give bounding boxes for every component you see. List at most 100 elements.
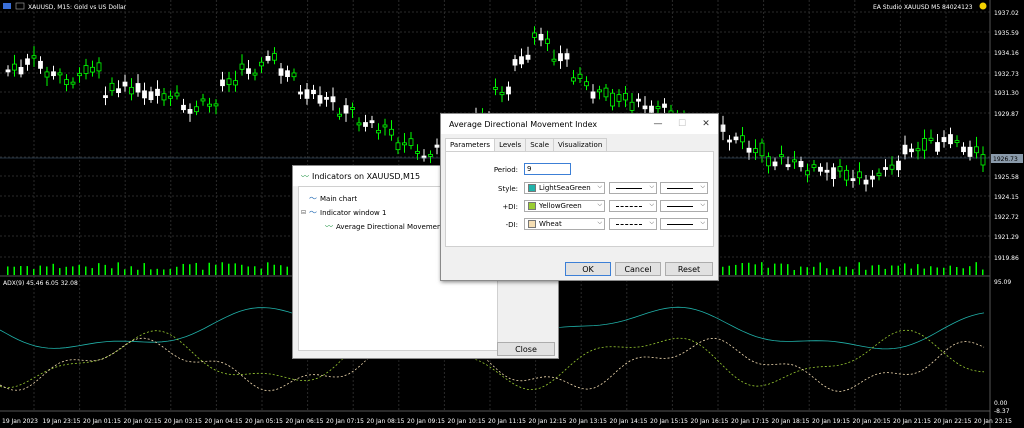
volume-bar: [982, 269, 984, 275]
plus-di-width-select[interactable]: ⌵: [660, 200, 708, 212]
candle-body: [779, 154, 784, 158]
color-swatch: [528, 202, 536, 210]
candle-body: [499, 92, 505, 96]
candle-body: [837, 166, 843, 172]
style-label: Style:: [498, 185, 518, 193]
tab-levels[interactable]: Levels: [494, 138, 527, 151]
minus-di-line-select[interactable]: ⌵: [609, 218, 657, 230]
tree-item-main-chart[interactable]: 〜 Main chart: [309, 193, 357, 204]
candle-body: [265, 56, 271, 61]
cancel-button[interactable]: Cancel: [615, 262, 661, 276]
volume-bar: [176, 266, 178, 275]
volume-bar: [793, 269, 795, 275]
volume-bar: [202, 269, 204, 275]
ea-label: EA Studio XAUUSD M5 84024123: [873, 4, 973, 11]
volume-bar: [943, 267, 945, 275]
time-label: 20 Jan 22:15: [934, 418, 972, 425]
period-input[interactable]: 9: [524, 163, 571, 175]
tab-scale[interactable]: Scale: [525, 138, 555, 151]
style-color-select[interactable]: LightSeaGreen ⌵: [524, 182, 605, 194]
collapse-icon[interactable]: ⊟: [301, 209, 306, 216]
candle-body: [551, 58, 557, 62]
minus-di-color-select[interactable]: Wheat ⌵: [524, 218, 605, 230]
candle-body: [363, 122, 368, 127]
volume-bar: [137, 269, 139, 275]
volume-bar: [930, 266, 932, 275]
candle-body: [434, 144, 440, 148]
volume-bar: [124, 269, 126, 275]
volume-bar: [780, 263, 782, 275]
tab-parameters[interactable]: Parameters: [445, 138, 496, 151]
candle-body: [746, 147, 752, 153]
candle-body: [772, 161, 778, 167]
candle-body: [642, 105, 648, 110]
volume-bar: [832, 269, 834, 275]
volume-bar: [143, 263, 145, 275]
tree-item-indicator-window[interactable]: 〜 Indicator window 1: [309, 207, 386, 218]
minimize-icon[interactable]: —: [646, 119, 670, 129]
plus-di-line-select[interactable]: ⌵: [609, 200, 657, 212]
reset-button[interactable]: Reset: [665, 262, 713, 276]
candle-body: [831, 167, 836, 180]
candle-body: [948, 134, 953, 145]
time-label: 20 Jan 23:15: [974, 418, 1012, 425]
candle-body: [155, 88, 160, 96]
candle-body: [174, 92, 180, 97]
candle-body: [64, 79, 69, 86]
candle-body: [980, 154, 986, 166]
style-width-select[interactable]: ⌵: [660, 182, 708, 194]
price-label: 1935.59: [994, 30, 1019, 37]
tab-visualization[interactable]: Visualization: [553, 138, 608, 151]
candle-body: [538, 33, 544, 41]
tree-item-adx[interactable]: 〰 Average Directional Movement I: [325, 221, 448, 232]
candle-body: [369, 120, 375, 124]
candle-body: [57, 72, 63, 76]
volume-bar: [111, 268, 113, 275]
candle-body: [226, 78, 232, 86]
time-label: 20 Jan 13:15: [569, 418, 607, 425]
volume-bar: [735, 264, 737, 275]
candle-body: [733, 136, 739, 141]
candle-body: [168, 95, 173, 99]
candle-body: [623, 93, 628, 101]
close-button[interactable]: Close: [497, 342, 555, 356]
ea-smiley-icon[interactable]: [979, 2, 987, 10]
candle-body: [129, 86, 134, 95]
candle-body: [382, 124, 388, 128]
time-label: 20 Jan 05:15: [245, 418, 283, 425]
candle-body: [83, 65, 89, 74]
chevron-down-icon: ⌵: [649, 201, 654, 208]
style-line-select[interactable]: ⌵: [609, 182, 657, 194]
plus-di-color-select[interactable]: YellowGreen ⌵: [524, 200, 605, 212]
color-swatch: [528, 220, 536, 228]
ok-button[interactable]: OK: [565, 262, 611, 276]
candle-body: [291, 72, 297, 78]
time-label: 20 Jan 15:15: [650, 418, 688, 425]
line-style-preview: [616, 205, 642, 207]
adx-dialog-titlebar[interactable]: Average Directional Movement Index — ☐ ✕: [441, 114, 718, 134]
volume-bar: [787, 264, 789, 275]
time-scale-labels: 19 Jan 2023 19 Jan 23:15 20 Jan 01:15 20 Ja…: [2, 418, 1012, 425]
candle-body: [493, 86, 498, 90]
candle-body: [317, 95, 323, 104]
volume-bar: [33, 269, 35, 275]
dialog-tabs: Parameters Levels Scale Visualization: [445, 138, 608, 151]
candle-body: [51, 71, 56, 77]
candle-body: [181, 104, 186, 111]
volume-bar: [7, 266, 9, 275]
candle-body: [122, 81, 128, 87]
plus-di-label: +DI:: [502, 203, 518, 211]
line-width-preview: [667, 187, 693, 189]
close-icon[interactable]: ✕: [694, 119, 718, 129]
candle-body: [896, 160, 901, 171]
volume-bar: [72, 266, 74, 275]
candle-body: [324, 96, 329, 100]
time-label: 19 Jan 2023: [2, 418, 38, 425]
volume-bar: [975, 262, 977, 275]
minus-di-width-select[interactable]: ⌵: [660, 218, 708, 230]
chevron-down-icon: ⌵: [649, 183, 654, 190]
candle-body: [597, 89, 602, 93]
indicator-icon: 〰: [301, 171, 309, 181]
candle-body: [857, 171, 862, 179]
volume-bar: [741, 263, 743, 275]
